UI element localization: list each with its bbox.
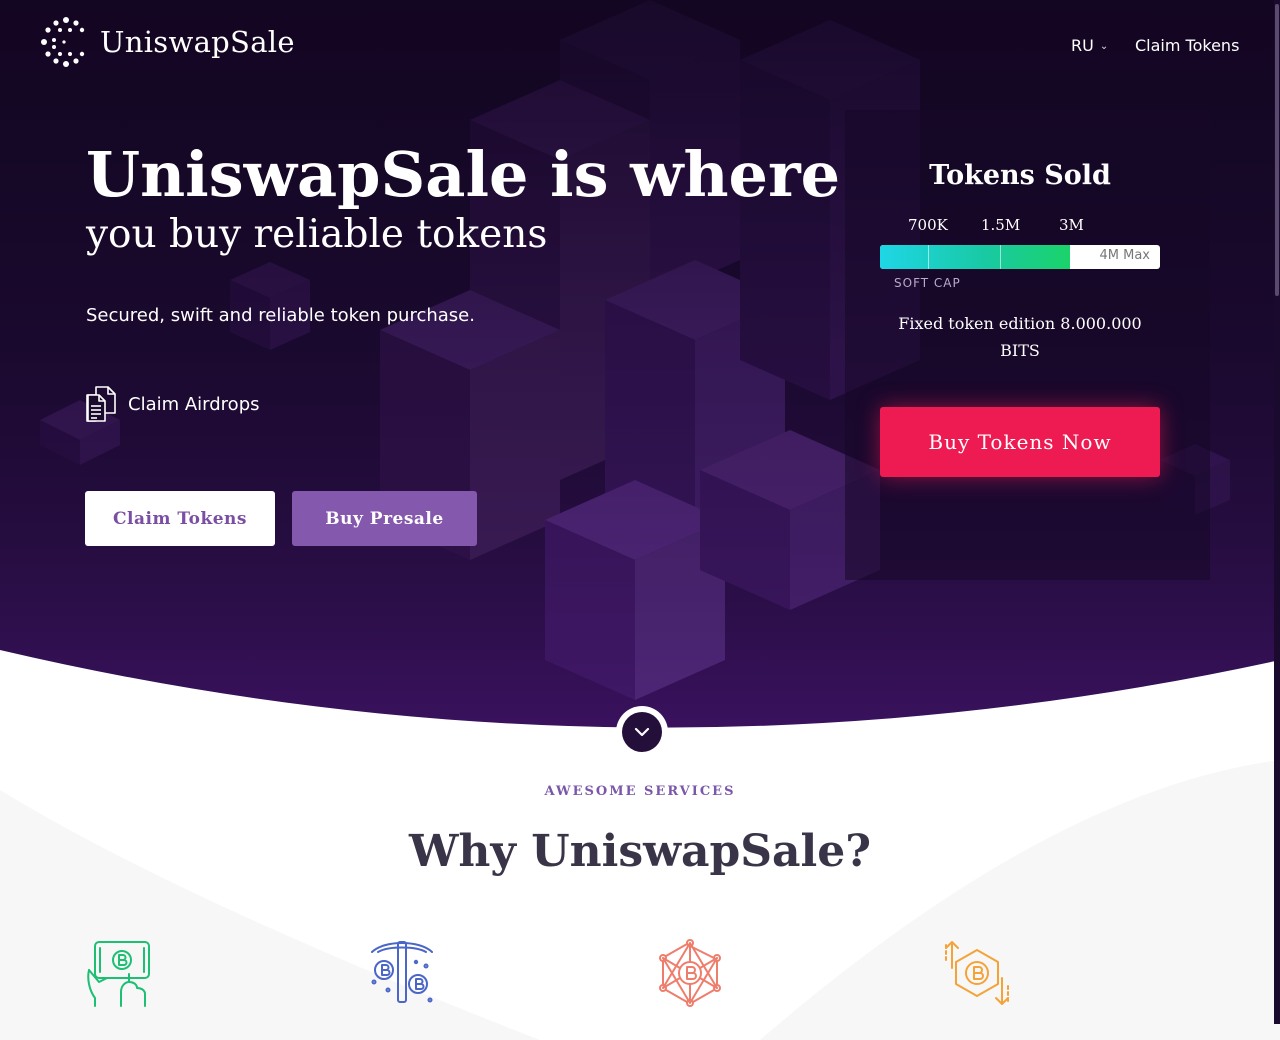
tick-3m: 3M [1059, 216, 1084, 234]
tokens-sold-title: Tokens Sold [929, 160, 1111, 191]
brand-logo[interactable]: UniswapSale [40, 16, 295, 68]
nav-claim-tokens-link[interactable]: Claim Tokens [1135, 36, 1239, 55]
buy-tokens-now-button[interactable]: Buy Tokens Now [880, 407, 1160, 477]
chevron-down-icon [634, 727, 650, 737]
token-edition-text: Fixed token edition 8.000.000 BITS [898, 314, 1142, 360]
scrollbar-thumb[interactable] [1275, 4, 1279, 296]
bitcoin-network-icon [659, 939, 721, 1007]
bitcoin-exchange-icon [945, 941, 1009, 1005]
claim-tokens-button[interactable]: Claim Tokens [85, 491, 275, 546]
tokens-progress-bar: 4M Max [880, 245, 1160, 269]
hero-tagline: Secured, swift and reliable token purcha… [86, 305, 475, 326]
dotted-c-logo-icon [41, 17, 85, 67]
scroll-down-button[interactable] [616, 706, 668, 758]
language-selector[interactable]: RU ⌄ [1071, 36, 1108, 55]
progress-fill [880, 245, 1071, 269]
progress-marker-mid [1000, 245, 1001, 269]
hero-subtitle: you buy reliable tokens [86, 212, 548, 257]
tick-700k: 700K [908, 216, 948, 234]
hand-bitcoin-card-icon [87, 941, 150, 1007]
buy-presale-button[interactable]: Buy Presale [292, 491, 477, 546]
documents-icon [86, 386, 116, 422]
tick-1-5m: 1.5M [981, 216, 1021, 234]
chevron-down-icon: ⌄ [1099, 41, 1109, 52]
soft-cap-label: SOFT CAP [894, 276, 961, 290]
claim-airdrops-label: Claim Airdrops [128, 393, 260, 415]
progress-marker-softcap [928, 245, 929, 269]
brand-name: UniswapSale [100, 25, 295, 59]
claim-airdrops-link[interactable]: Claim Airdrops [86, 386, 260, 422]
progress-max-label: 4M Max [1099, 248, 1151, 263]
scroll-down-inner [622, 712, 662, 752]
services-kicker: AWESOME SERVICES [544, 784, 736, 799]
bitcoin-mining-icon [371, 941, 433, 1003]
language-label: RU [1071, 36, 1094, 55]
services-title: Why UniswapSale? [408, 826, 872, 877]
hero-title: UniswapSale is where [86, 138, 841, 211]
